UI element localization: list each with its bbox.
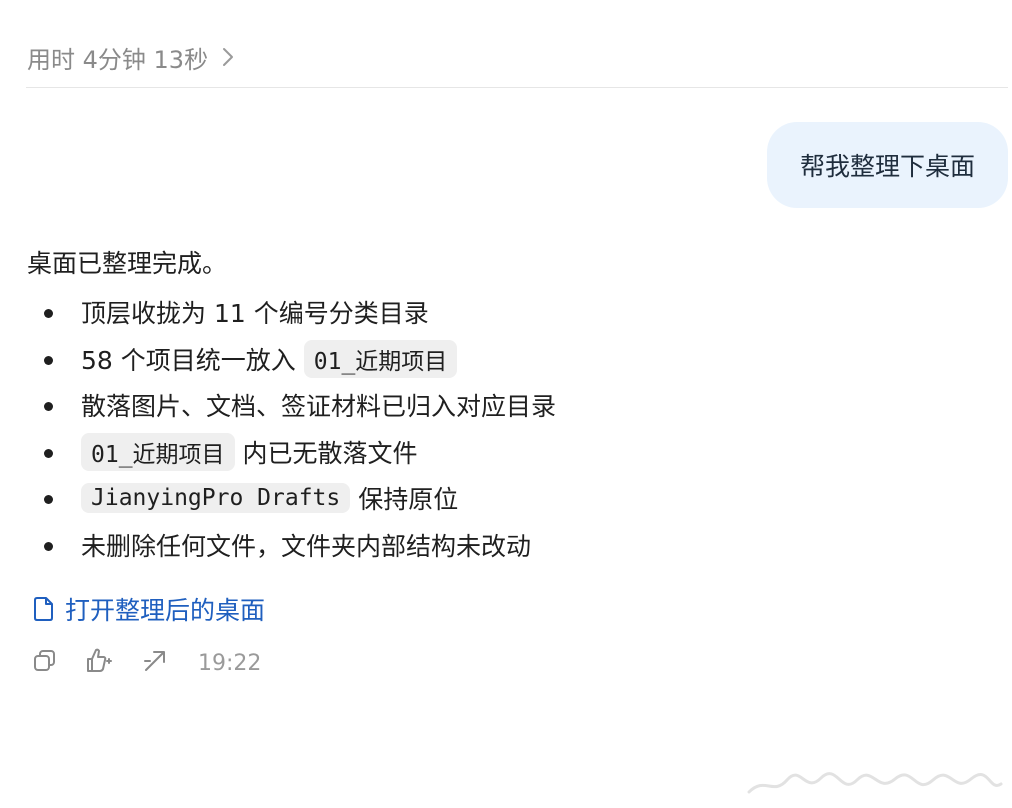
assistant-reply: 桌面已整理完成。 顶层收拢为 11 个编号分类目录 58 个项目统一放入 01_…: [27, 244, 987, 568]
reply-title: 桌面已整理完成。: [27, 249, 228, 278]
list-item: 散落图片、文档、签证材料已归入对应目录: [27, 382, 987, 429]
chevron-right-icon: [222, 47, 234, 67]
header-divider: [26, 87, 1008, 88]
document-icon: [33, 596, 55, 622]
open-desktop-link[interactable]: 打开整理后的桌面: [33, 590, 265, 628]
list-item: JianyingPro Drafts 保持原位: [27, 475, 987, 522]
list-item: 顶层收拢为 11 个编号分类目录: [27, 289, 987, 336]
message-actions: 19:22: [30, 646, 261, 680]
inline-code: 01_近期项目: [81, 432, 235, 471]
bullet-text: 未删除任何文件，文件夹内部结构未改动: [81, 531, 532, 561]
open-desktop-link-label: 打开整理后的桌面: [65, 596, 266, 625]
user-message-bubble: 帮我整理下桌面: [766, 122, 1008, 208]
decorative-scribble: [747, 772, 1003, 794]
bullet-text: 散落图片、文档、签证材料已归入对应目录: [81, 392, 557, 422]
message-timestamp: 19:22: [198, 650, 262, 676]
copy-button[interactable]: [30, 648, 60, 678]
elapsed-time-label: 用时 4分钟 13秒: [27, 45, 209, 74]
thumbs-feedback-icon: [85, 647, 115, 679]
reply-bullet-list: 顶层收拢为 11 个编号分类目录 58 个项目统一放入 01_近期项目 散落图片…: [27, 289, 987, 568]
list-item: 未删除任何文件，文件夹内部结构未改动: [27, 522, 987, 569]
list-item: 01_近期项目 内已无散落文件: [27, 429, 987, 476]
feedback-button[interactable]: [85, 648, 115, 678]
bullet-text: 顶层收拢为 11 个编号分类目录: [81, 299, 429, 329]
share-icon: [141, 647, 169, 679]
user-message-text: 帮我整理下桌面: [799, 152, 975, 181]
bullet-text: 保持原位: [358, 485, 459, 515]
bullet-text: 58 个项目统一放入: [81, 345, 296, 375]
inline-code: JianyingPro Drafts: [81, 483, 351, 514]
copy-icon: [32, 648, 58, 678]
elapsed-time-toggle[interactable]: 用时 4分钟 13秒: [27, 40, 234, 74]
share-button[interactable]: [140, 648, 170, 678]
inline-code: 01_近期项目: [303, 339, 458, 378]
list-item: 58 个项目统一放入 01_近期项目: [27, 336, 987, 383]
bullet-text: 内已无散落文件: [242, 438, 418, 468]
